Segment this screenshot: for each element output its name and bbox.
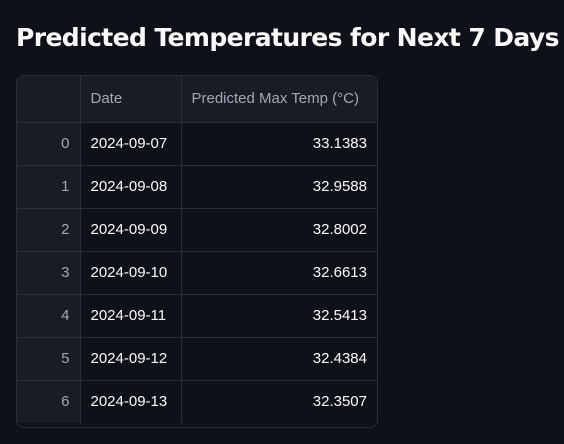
row-index-cell[interactable]: 5 [17, 337, 81, 381]
column-header-predicted-max-temp[interactable]: Predicted Max Temp (°C) [181, 76, 377, 123]
temp-cell[interactable]: 32.5413 [181, 294, 377, 338]
date-cell[interactable]: 2024-09-07 [80, 122, 182, 166]
date-cell[interactable]: 2024-09-09 [80, 208, 182, 252]
temp-cell[interactable]: 32.3507 [181, 380, 377, 423]
column-header-index[interactable] [17, 76, 81, 123]
temp-cell[interactable]: 32.6613 [181, 251, 377, 295]
table-row: 3 2024-09-10 32.6613 [17, 251, 377, 295]
date-cell[interactable]: 2024-09-12 [80, 337, 182, 381]
temp-cell[interactable]: 33.1383 [181, 122, 377, 166]
column-header-date[interactable]: Date [80, 76, 182, 123]
table-row: 1 2024-09-08 32.9588 [17, 165, 377, 209]
row-index-cell[interactable]: 1 [17, 165, 81, 209]
table-row: 5 2024-09-12 32.4384 [17, 337, 377, 381]
temp-cell[interactable]: 32.4384 [181, 337, 377, 381]
date-cell[interactable]: 2024-09-08 [80, 165, 182, 209]
table-row: 2 2024-09-09 32.8002 [17, 208, 377, 252]
row-index-cell[interactable]: 3 [17, 251, 81, 295]
row-index-cell[interactable]: 4 [17, 294, 81, 338]
row-index-cell[interactable]: 6 [17, 380, 81, 423]
temperature-table: Date Predicted Max Temp (°C) 0 2024-09-0… [17, 76, 377, 423]
date-cell[interactable]: 2024-09-11 [80, 294, 182, 338]
date-cell[interactable]: 2024-09-13 [80, 380, 182, 423]
temp-cell[interactable]: 32.8002 [181, 208, 377, 252]
table-row: 4 2024-09-11 32.5413 [17, 294, 377, 338]
table-row: 0 2024-09-07 33.1383 [17, 122, 377, 166]
table-row: 6 2024-09-13 32.3507 [17, 380, 377, 423]
data-table[interactable]: Date Predicted Max Temp (°C) 0 2024-09-0… [16, 75, 378, 428]
row-index-cell[interactable]: 0 [17, 122, 81, 166]
page-title: Predicted Temperatures for Next 7 Days [16, 23, 559, 52]
temp-cell[interactable]: 32.9588 [181, 165, 377, 209]
date-cell[interactable]: 2024-09-10 [80, 251, 182, 295]
table-header-row: Date Predicted Max Temp (°C) [17, 76, 377, 123]
row-index-cell[interactable]: 2 [17, 208, 81, 252]
